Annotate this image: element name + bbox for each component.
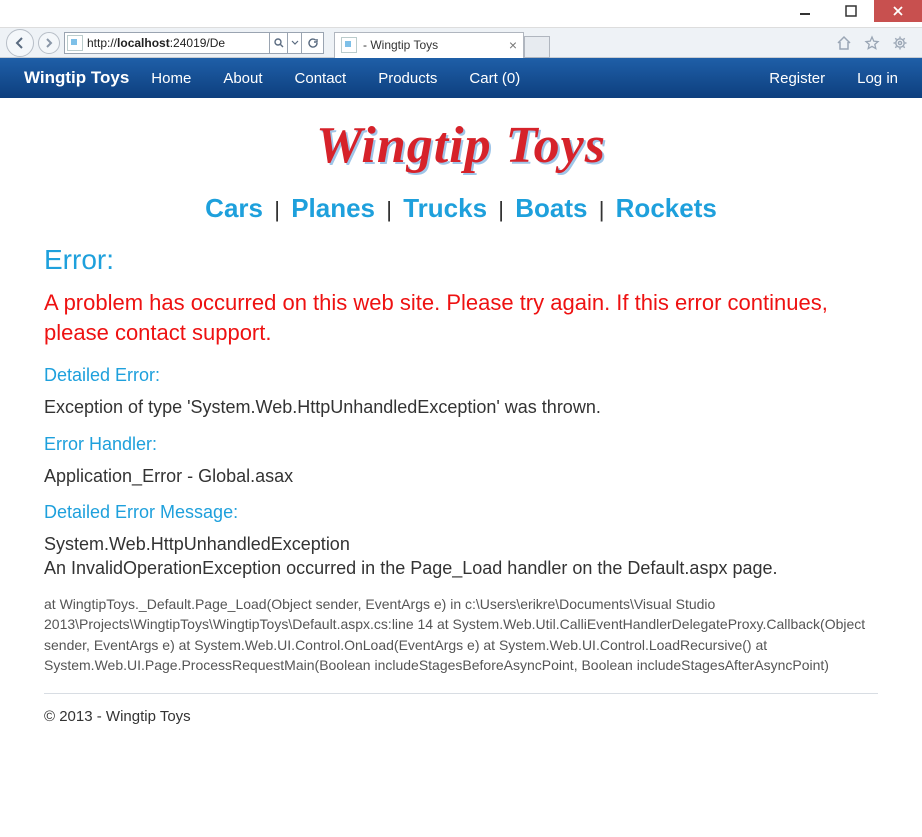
address-bar[interactable]: http://localhost:24019/De (64, 32, 270, 54)
tab-close-icon[interactable]: × (509, 37, 517, 53)
error-handler-label: Error Handler: (44, 434, 878, 455)
browser-tab[interactable]: - Wingtip Toys × (334, 32, 524, 58)
detailed-error-label: Detailed Error: (44, 365, 878, 386)
error-title: Error: (44, 244, 878, 276)
browser-tabs: - Wingtip Toys × (334, 28, 550, 58)
nav-products[interactable]: Products (378, 70, 437, 87)
home-icon[interactable] (836, 35, 852, 51)
new-tab-button[interactable] (524, 36, 550, 58)
stack-trace: at WingtipToys._Default.Page_Load(Object… (44, 594, 878, 675)
tab-page-icon (341, 37, 357, 53)
category-sep: | (595, 197, 609, 222)
search-dropdown[interactable] (270, 32, 288, 54)
tools-icon[interactable] (892, 35, 908, 51)
error-message: A problem has occurred on this web site.… (44, 288, 878, 347)
category-planes[interactable]: Planes (291, 193, 375, 223)
nav-login[interactable]: Log in (857, 70, 898, 87)
category-rockets[interactable]: Rockets (616, 193, 717, 223)
error-handler-text: Application_Error - Global.asax (44, 465, 878, 488)
detailed-error-text: Exception of type 'System.Web.HttpUnhand… (44, 396, 878, 419)
nav-register[interactable]: Register (769, 70, 825, 87)
nav-about[interactable]: About (223, 70, 262, 87)
brand[interactable]: Wingtip Toys (24, 68, 129, 88)
page-content: Wingtip Toys Cars | Planes | Trucks | Bo… (0, 98, 922, 745)
tab-title: - Wingtip Toys (363, 38, 503, 52)
nav-home[interactable]: Home (151, 70, 191, 87)
window-titlebar (0, 0, 922, 28)
favorites-icon[interactable] (864, 35, 880, 51)
page-icon (67, 35, 83, 51)
nav-cart[interactable]: Cart (0) (469, 70, 520, 87)
category-sep: | (270, 197, 284, 222)
address-text: http://localhost:24019/De (87, 36, 267, 50)
search-dropdown-caret[interactable] (288, 32, 302, 54)
detailed-error-message-label: Detailed Error Message: (44, 502, 878, 523)
back-button[interactable] (6, 29, 34, 57)
category-sep: | (494, 197, 508, 222)
category-sep: | (382, 197, 396, 222)
detailed-error-message-text: System.Web.HttpUnhandledException An Inv… (44, 533, 878, 580)
nav-contact[interactable]: Contact (295, 70, 347, 87)
refresh-button[interactable] (302, 32, 324, 54)
window-maximize-button[interactable] (828, 0, 874, 22)
footer-divider (44, 693, 878, 694)
browser-toolbar: http://localhost:24019/De - Wingtip Toys… (0, 28, 922, 58)
category-boats[interactable]: Boats (515, 193, 587, 223)
category-trucks[interactable]: Trucks (403, 193, 487, 223)
forward-button[interactable] (38, 32, 60, 54)
category-cars[interactable]: Cars (205, 193, 263, 223)
site-nav: Wingtip Toys Home About Contact Products… (0, 58, 922, 98)
window-minimize-button[interactable] (782, 0, 828, 22)
site-logo: Wingtip Toys (316, 117, 606, 174)
footer-text: © 2013 - Wingtip Toys (44, 708, 878, 745)
category-nav: Cars | Planes | Trucks | Boats | Rockets (44, 185, 878, 234)
window-close-button[interactable] (874, 0, 922, 22)
